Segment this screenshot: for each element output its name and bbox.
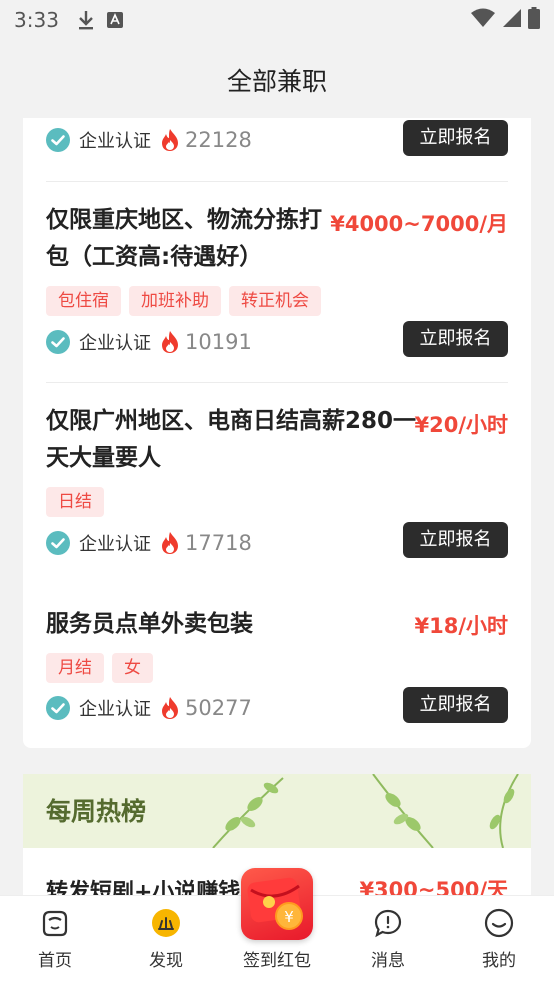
tab-label: 签到红包: [243, 951, 311, 971]
view-count: 10191: [185, 330, 252, 354]
profile-icon: [484, 908, 514, 938]
job-tags: 月结 女: [46, 653, 153, 683]
job-price: ¥4000~7000/月: [330, 212, 508, 236]
job-tag: 月结: [46, 653, 104, 683]
fire-icon: [162, 129, 178, 151]
job-meta: 企业认证 50277: [46, 690, 252, 726]
job-tag: 加班补助: [129, 286, 221, 316]
apply-button[interactable]: 立即报名: [403, 522, 508, 558]
job-meta: 企业认证 22128: [46, 122, 252, 158]
leaf-decoration-icon: [372, 774, 434, 848]
verified-check-icon: [46, 696, 70, 720]
tab-label: 我的: [482, 951, 516, 971]
job-title: 仅限重庆地区、物流分拣打包（工资高:待遇好）: [46, 207, 322, 270]
tab-label: 首页: [38, 951, 72, 971]
red-packet-icon[interactable]: ¥: [241, 868, 313, 940]
app-notification-icon: [106, 12, 123, 28]
view-count: 22128: [185, 128, 252, 152]
job-price: ¥20/小时: [414, 413, 508, 437]
weekly-hot-title: 每周热榜: [46, 797, 147, 826]
download-icon: [77, 10, 95, 30]
job-meta: 企业认证 17718: [46, 525, 252, 561]
tab-label: 消息: [371, 951, 405, 971]
verified-check-icon: [46, 128, 70, 152]
view-count: 17718: [185, 531, 252, 555]
weekly-hot-banner[interactable]: 每周热榜: [23, 774, 531, 848]
apply-button[interactable]: 立即报名: [403, 687, 508, 723]
discover-icon: [152, 909, 180, 937]
tab-profile[interactable]: 我的: [444, 896, 554, 984]
job-price: ¥18/小时: [414, 614, 508, 638]
verified-check-icon: [46, 531, 70, 555]
divider: [46, 382, 508, 383]
job-tags: 包住宿 加班补助 转正机会: [46, 286, 321, 316]
job-tag: 包住宿: [46, 286, 121, 316]
verify-label: 企业认证: [79, 333, 151, 354]
job-meta: 企业认证 10191: [46, 324, 252, 360]
verify-label: 企业认证: [79, 131, 151, 152]
job-tag: 转正机会: [229, 286, 321, 316]
verify-label: 企业认证: [79, 699, 151, 720]
job-list: 企业认证 22128 立即报名 仅限重庆地区、物流分拣打包（工资高:待遇好） ¥…: [23, 118, 531, 748]
divider: [46, 181, 508, 182]
page-title: 全部兼职: [226, 67, 327, 96]
status-bar: 3:33: [0, 0, 554, 40]
job-title: 仅限广州地区、电商日结高薪280一天大量要人: [46, 408, 417, 471]
svg-text:¥: ¥: [284, 908, 294, 926]
red-packet-graphic: ¥: [247, 877, 303, 930]
fire-icon: [162, 532, 178, 554]
view-count: 50277: [185, 696, 252, 720]
job-title: 服务员点单外卖包装: [46, 611, 253, 637]
verify-label: 企业认证: [79, 534, 151, 555]
tab-home[interactable]: 首页: [0, 896, 110, 984]
job-tag: 日结: [46, 487, 104, 517]
tab-label: 发现: [149, 951, 183, 971]
leaf-decoration-icon: [489, 774, 519, 848]
wifi-icon: [470, 8, 496, 32]
home-face-icon: [42, 910, 68, 937]
tab-discover[interactable]: 发现: [111, 896, 221, 984]
verified-check-icon: [46, 330, 70, 354]
job-tag: 女: [112, 653, 153, 683]
leaf-decoration-icon: [212, 777, 284, 848]
tab-messages[interactable]: 消息: [333, 896, 443, 984]
apply-button[interactable]: 立即报名: [403, 120, 508, 156]
signal-icon: [502, 8, 522, 32]
message-icon: [374, 909, 402, 938]
fire-icon: [162, 697, 178, 719]
battery-icon: [528, 7, 540, 33]
fire-icon: [162, 331, 178, 353]
job-tags: 日结: [46, 487, 104, 517]
status-time: 3:33: [14, 8, 59, 32]
apply-button[interactable]: 立即报名: [403, 321, 508, 357]
